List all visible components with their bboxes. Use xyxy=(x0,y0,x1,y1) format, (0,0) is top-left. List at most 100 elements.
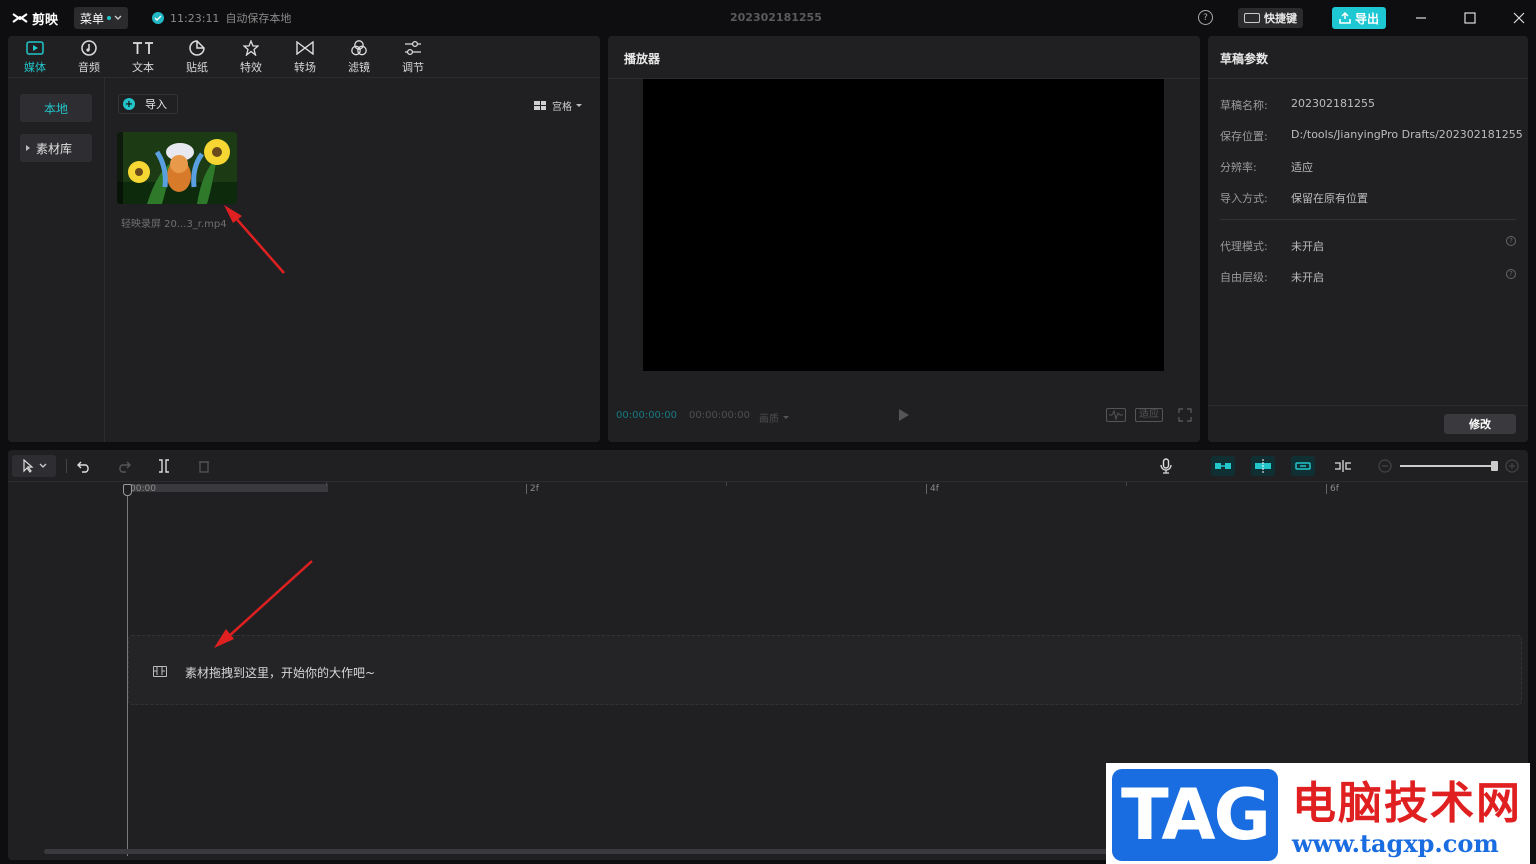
playhead-handle[interactable] xyxy=(123,484,132,496)
split-icon[interactable] xyxy=(156,457,172,475)
ruler-tick-label: 6f xyxy=(1326,484,1339,494)
prop-row-import-mode: 导入方式: 保留在原有位置 xyxy=(1220,190,1368,206)
watermark-site-name: 电脑技术网 xyxy=(1292,778,1522,829)
export-button[interactable]: 导出 xyxy=(1332,7,1386,29)
auto-snap-icon[interactable] xyxy=(1251,456,1275,476)
text-icon xyxy=(132,39,154,57)
timeline-toolbar xyxy=(8,450,1528,482)
prop-key: 代理模式: xyxy=(1220,240,1268,253)
fullscreen-icon[interactable] xyxy=(1178,408,1192,422)
tab-text-label: 文本 xyxy=(132,61,154,74)
app-name: 剪映 xyxy=(32,12,59,28)
close-icon[interactable] xyxy=(1511,10,1527,26)
tab-transition-label: 转场 xyxy=(294,61,316,74)
view-mode-label: 宫格 xyxy=(552,102,572,113)
prop-row-resolution: 分辨率: 适应 xyxy=(1220,159,1313,175)
linkage-icon[interactable] xyxy=(1291,456,1315,476)
import-button[interactable]: + 导入 xyxy=(118,94,178,114)
tab-text[interactable]: 文本 xyxy=(116,36,170,78)
total-timecode: 00:00:00:00 xyxy=(689,410,751,421)
zoom-in-icon[interactable] xyxy=(1505,457,1519,475)
sidebar-item-library[interactable]: 素材库 xyxy=(20,134,92,162)
props-separator xyxy=(1220,219,1516,220)
watermark-logo: TAG 电脑技术网 www.tagxp.com xyxy=(1106,763,1530,864)
redo-icon[interactable] xyxy=(116,457,132,475)
video-preview[interactable] xyxy=(643,79,1164,371)
ruler-minor-tick xyxy=(326,482,327,486)
watermark-tag: TAG xyxy=(1112,769,1278,861)
media-icon xyxy=(26,39,44,57)
menu-label: 菜单 xyxy=(80,11,105,26)
time-ruler[interactable]: 00:00 2f 4f 6f xyxy=(126,482,1528,496)
tab-transition[interactable]: 转场 xyxy=(278,36,332,78)
ruler-played-range xyxy=(126,484,328,492)
prop-key: 保存位置: xyxy=(1220,130,1268,143)
undo-icon[interactable] xyxy=(76,457,92,475)
zoom-slider-track[interactable] xyxy=(1400,465,1496,467)
modify-button[interactable]: 修改 xyxy=(1444,414,1516,434)
main-track-magnet-icon[interactable] xyxy=(1211,456,1235,476)
prop-value: 保留在原有位置 xyxy=(1291,192,1368,205)
help-icon[interactable]: ? xyxy=(1506,236,1516,246)
ruler-minor-tick xyxy=(1126,482,1127,486)
preview-axis-icon[interactable] xyxy=(1333,457,1353,475)
export-icon xyxy=(1339,12,1351,24)
tab-adjust-label: 调节 xyxy=(402,61,424,74)
cartoon-frame-image xyxy=(117,132,237,204)
microphone-icon[interactable] xyxy=(1158,457,1174,475)
shortcut-button[interactable]: 快捷键 xyxy=(1238,8,1303,28)
props-divider xyxy=(1208,78,1528,79)
prop-value: D:/tools/JianyingPro Drafts/202302181255 xyxy=(1291,128,1523,141)
quality-label: 画质 xyxy=(759,414,779,425)
tab-adjust[interactable]: 调节 xyxy=(386,36,440,78)
ratio-button[interactable]: 适应 xyxy=(1135,408,1163,422)
cursor-icon xyxy=(23,459,47,473)
zoom-slider-handle[interactable] xyxy=(1491,461,1498,471)
tab-media[interactable]: 媒体 xyxy=(8,36,62,78)
quality-dropdown[interactable]: 画质 xyxy=(759,410,789,425)
media-clip-name: 轻映录屏 20...3_r.mp4 xyxy=(121,219,227,230)
prop-key: 草稿名称: xyxy=(1220,99,1268,112)
zoom-out-icon[interactable] xyxy=(1378,457,1392,475)
help-icon[interactable]: ? xyxy=(1198,10,1213,25)
tab-filter[interactable]: 滤镜 xyxy=(332,36,386,78)
media-tab-bar: 媒体 音频 文本 贴纸 特效 转场 滤镜 调节 xyxy=(8,36,600,78)
effects-icon xyxy=(243,39,259,57)
play-icon[interactable] xyxy=(899,409,909,421)
delete-icon[interactable] xyxy=(196,457,212,475)
audio-icon xyxy=(81,39,97,57)
plus-circle-icon: + xyxy=(123,98,135,110)
prop-row-proxy: 代理模式: 未开启 xyxy=(1220,238,1324,254)
title-bar: 剪映 菜单 11:23:11 自动保存本地 202302181255 ? 快捷键… xyxy=(0,0,1536,36)
menu-button[interactable]: 菜单 xyxy=(74,7,129,29)
media-clip-thumbnail[interactable] xyxy=(117,132,237,204)
watermark-url: www.tagxp.com xyxy=(1292,829,1499,858)
tab-audio[interactable]: 音频 xyxy=(62,36,116,78)
sidebar-item-library-label: 素材库 xyxy=(36,141,73,156)
waveform-icon[interactable] xyxy=(1106,408,1126,422)
tab-sticker-label: 贴纸 xyxy=(186,61,208,74)
prop-value: 未开启 xyxy=(1291,271,1324,284)
prop-row-name: 草稿名称: 202302181255 xyxy=(1220,97,1375,113)
help-icon[interactable]: ? xyxy=(1506,269,1516,279)
prop-value: 适应 xyxy=(1291,161,1313,174)
autosave-text: 自动保存本地 xyxy=(225,12,292,25)
caret-down-icon xyxy=(576,104,582,107)
sidebar-item-local[interactable]: 本地 xyxy=(20,94,92,122)
film-strip-icon xyxy=(153,666,167,677)
app-logo: 剪映 xyxy=(12,9,58,28)
draft-properties-panel: 草稿参数 草稿名称: 202302181255 保存位置: D:/tools/J… xyxy=(1208,36,1528,442)
tab-audio-label: 音频 xyxy=(78,61,100,74)
main-track-drop-zone[interactable]: 素材拖拽到这里，开始你的大作吧~ xyxy=(128,635,1522,705)
tab-media-label: 媒体 xyxy=(24,61,46,74)
minimize-icon[interactable] xyxy=(1413,10,1429,26)
tab-filter-label: 滤镜 xyxy=(348,61,370,74)
tab-sticker[interactable]: 贴纸 xyxy=(170,36,224,78)
tab-effects[interactable]: 特效 xyxy=(224,36,278,78)
select-tool-button[interactable] xyxy=(12,455,56,477)
export-label: 导出 xyxy=(1354,11,1379,26)
autosave-time: 11:23:11 xyxy=(170,11,220,25)
view-mode-button[interactable]: 宫格 xyxy=(534,98,582,113)
maximize-icon[interactable] xyxy=(1462,10,1478,26)
player-panel: 播放器 00:00:00:00 00:00:00:00 画质 适应 xyxy=(608,36,1200,442)
